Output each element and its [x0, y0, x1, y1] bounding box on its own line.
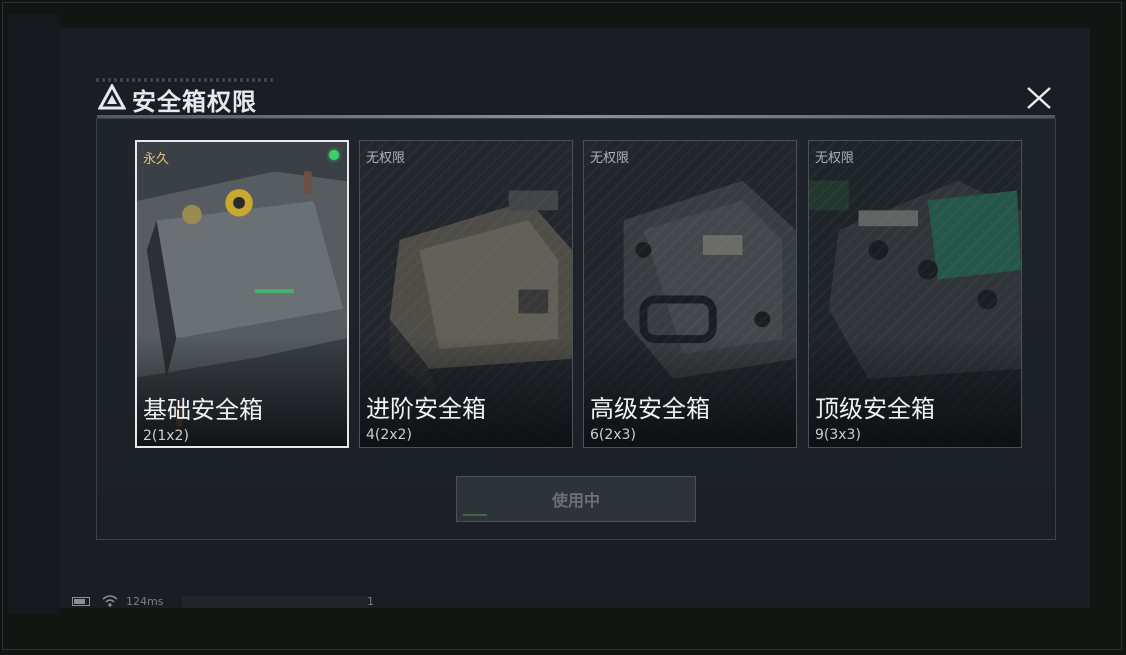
active-status-dot	[329, 150, 339, 160]
permission-tag: 无权限	[590, 151, 630, 166]
in-use-button[interactable]: 使用中	[456, 476, 696, 522]
safe-card-top[interactable]: 无权限 顶级安全箱 9(3x3)	[808, 140, 1022, 448]
safe-card-basic[interactable]: 永久 基础安全箱 2(1x2)	[135, 140, 349, 448]
safe-card-advanced[interactable]: 无权限 进阶安全箱 4(2x2)	[359, 140, 573, 448]
safe-capacity: 9(3x3)	[815, 427, 861, 443]
ping-readout: 124ms	[126, 595, 164, 608]
status-bar: 124ms 1	[72, 594, 392, 610]
safe-capacity: 6(2x3)	[590, 427, 636, 443]
dialog-title: 安全箱权限	[132, 88, 257, 116]
dialog-header: 安全箱权限	[96, 78, 1056, 116]
safe-name: 高级安全箱	[590, 395, 710, 423]
info-number: 1	[367, 595, 374, 608]
safe-name: 进阶安全箱	[366, 395, 486, 423]
permission-tag: 永久	[143, 152, 170, 167]
battery-icon	[72, 597, 90, 606]
safe-name: 顶级安全箱	[815, 395, 935, 423]
permission-tag: 无权限	[366, 151, 406, 166]
info-bar	[182, 596, 368, 608]
safe-card-premium[interactable]: 无权限 高级安全箱 6(2x3)	[583, 140, 797, 448]
safe-capacity: 4(2x2)	[366, 427, 412, 443]
warning-triangle-icon	[98, 84, 126, 110]
safe-name: 基础安全箱	[143, 396, 263, 424]
close-icon[interactable]	[1022, 84, 1056, 112]
wifi-icon	[102, 595, 118, 607]
permission-tag: 无权限	[815, 151, 855, 166]
safe-capacity: 2(1x2)	[143, 428, 189, 444]
side-strip	[8, 14, 60, 614]
